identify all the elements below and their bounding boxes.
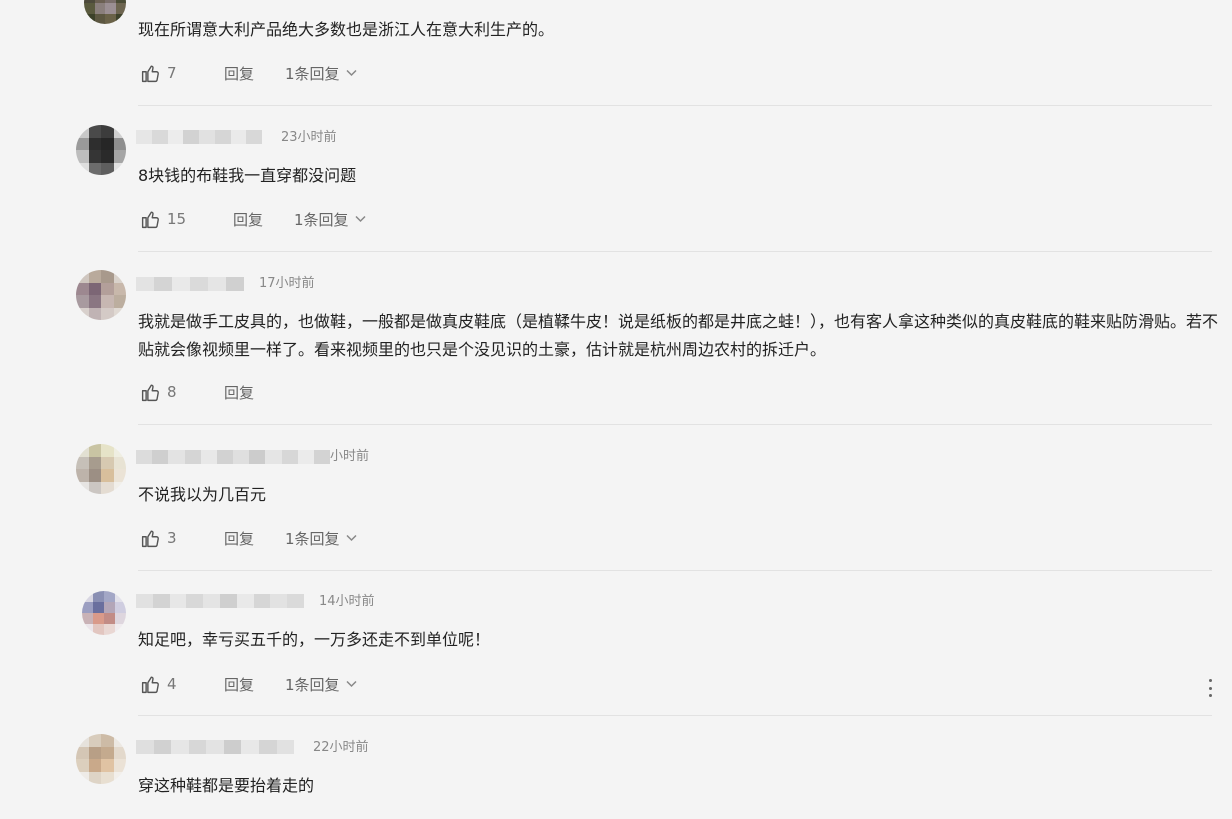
like-button[interactable]: 7 [140, 63, 177, 84]
more-options-icon[interactable] [1204, 679, 1216, 697]
chevron-down-icon [355, 215, 366, 223]
divider [138, 570, 1212, 571]
reply-button[interactable]: 回复 [224, 382, 254, 403]
view-replies-button[interactable]: 1条回复 [285, 63, 357, 84]
like-button[interactable]: 8 [140, 382, 177, 403]
thumbs-up-icon [141, 383, 159, 401]
reply-button[interactable]: 回复 [233, 209, 263, 230]
comment-actions: 8 回复 [140, 381, 254, 403]
chevron-down-icon [346, 680, 357, 688]
timestamp: 小时前 [330, 449, 370, 464]
like-button[interactable]: 15 [140, 209, 186, 230]
like-count: 4 [167, 675, 177, 693]
username[interactable] [136, 594, 304, 608]
view-replies-button[interactable]: 1条回复 [285, 674, 357, 695]
like-button[interactable]: 4 [140, 674, 177, 695]
timestamp: 23小时前 [281, 130, 337, 145]
divider [138, 251, 1212, 252]
thumbs-up-icon [141, 675, 159, 693]
like-count: 8 [167, 383, 177, 401]
user-avatar[interactable] [76, 734, 126, 784]
username[interactable] [136, 277, 244, 291]
divider [138, 105, 1212, 106]
reply-button[interactable]: 回复 [224, 63, 254, 84]
like-count: 7 [167, 64, 177, 82]
like-count: 15 [167, 210, 187, 228]
chevron-down-icon [346, 534, 357, 542]
view-replies-button[interactable]: 1条回复 [294, 209, 366, 230]
replies-label: 1条回复 [294, 210, 349, 229]
like-count: 3 [167, 529, 177, 547]
comment-actions: 4 回复 1条回复 [140, 673, 357, 695]
comment-text: 现在所谓意大利产品绝大多数也是浙江人在意大利生产的。 [138, 20, 555, 39]
timestamp: 17小时前 [259, 276, 315, 291]
user-avatar[interactable] [76, 444, 126, 494]
user-avatar[interactable] [76, 125, 126, 175]
replies-label: 1条回复 [285, 675, 340, 694]
username[interactable] [136, 130, 262, 144]
divider [138, 424, 1212, 425]
reply-button[interactable]: 回复 [224, 528, 254, 549]
comment-text: 不说我以为几百元 [138, 485, 267, 504]
user-avatar[interactable] [82, 591, 126, 635]
replies-label: 1条回复 [285, 64, 340, 83]
replies-label: 1条回复 [285, 529, 340, 548]
thumbs-up-icon [141, 210, 159, 228]
comment-text: 8块钱的布鞋我一直穿都没问题 [138, 166, 357, 185]
like-button[interactable]: 3 [140, 528, 177, 549]
chevron-down-icon [346, 69, 357, 77]
view-replies-button[interactable]: 1条回复 [285, 528, 357, 549]
reply-button[interactable]: 回复 [224, 674, 254, 695]
comment-actions: 7 回复 1条回复 [140, 62, 357, 84]
comment-text: 我就是做手工皮具的，也做鞋，一般都是做真皮鞋底（是植鞣牛皮！说是纸板的都是井底之… [138, 312, 1219, 359]
user-avatar[interactable] [76, 270, 126, 320]
user-avatar[interactable] [84, 0, 126, 24]
thumbs-up-icon [141, 64, 159, 82]
thumbs-up-icon [141, 529, 159, 547]
comment-actions: 3 回复 1条回复 [140, 527, 357, 549]
comment-list: 现在所谓意大利产品绝大多数也是浙江人在意大利生产的。 7 回复 1条回复 23小… [0, 0, 1232, 819]
username[interactable] [136, 740, 294, 754]
comment-actions: 15 回复 1条回复 [140, 208, 366, 230]
timestamp: 22小时前 [313, 740, 369, 755]
divider [138, 715, 1212, 716]
timestamp: 14小时前 [319, 594, 375, 609]
username[interactable] [136, 450, 330, 464]
comment-text: 知足吧，幸亏买五千的，一万多还走不到单位呢！ [138, 630, 491, 649]
comment-text: 穿这种鞋都是要抬着走的 [138, 776, 315, 795]
